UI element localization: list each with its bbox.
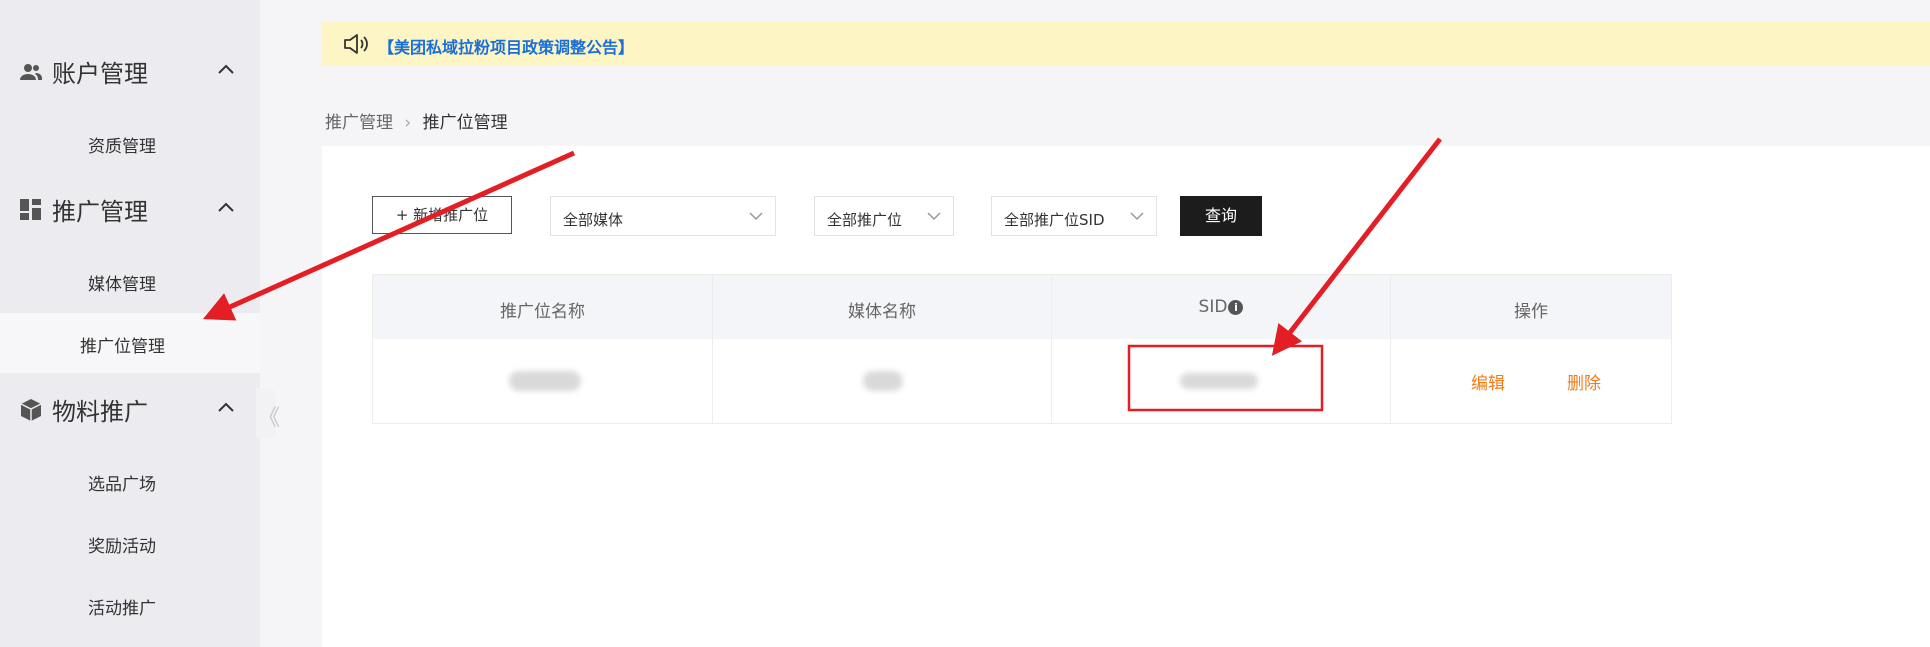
sidebar-item-label: 奖励活动 xyxy=(88,537,156,557)
redacted-text xyxy=(1180,373,1258,389)
breadcrumb-current: 推广位管理 xyxy=(422,113,508,133)
sidebar-collapse-toggle[interactable]: 《 xyxy=(256,388,280,438)
column-header: 操作 xyxy=(1514,302,1548,322)
notice-bar: 【美团私域拉粉项目政策调整公告】 xyxy=(322,22,1930,66)
cell-position-name xyxy=(373,339,713,423)
sidebar-group-material[interactable]: 物料推广 xyxy=(0,388,260,428)
select-value: 全部媒体 xyxy=(563,211,624,229)
sidebar-item-qualification[interactable]: 资质管理 xyxy=(0,113,260,173)
table-row: 编辑 删除 xyxy=(373,339,1671,423)
edit-link[interactable]: 编辑 xyxy=(1471,369,1505,394)
sidebar-item-label: 选品广场 xyxy=(88,475,156,495)
speaker-icon xyxy=(344,34,368,54)
sidebar-item-reward-activity[interactable]: 奖励活动 xyxy=(0,513,260,573)
delete-link[interactable]: 删除 xyxy=(1567,369,1601,394)
chevron-down-icon xyxy=(749,212,763,221)
chevron-up-icon xyxy=(218,402,234,412)
cell-actions: 编辑 删除 xyxy=(1391,339,1671,423)
chevron-down-icon xyxy=(927,212,941,221)
column-header-sid: SID i xyxy=(1052,275,1391,339)
sidebar-group-promotion[interactable]: 推广管理 xyxy=(0,188,260,228)
column-header: 推广位名称 xyxy=(373,275,713,339)
chevron-down-icon xyxy=(1130,212,1144,221)
select-value: 全部推广位 xyxy=(827,211,903,229)
select-value: 全部推广位SID xyxy=(1004,211,1105,229)
table-header: 推广位名称 媒体名称 SID i 操作 xyxy=(373,275,1671,339)
main-panel: + 新增推广位 全部媒体 全部推广位 全部推广位SID 查询 推广位名称 媒体名… xyxy=(322,146,1930,647)
sidebar-item-label: 活动推广 xyxy=(88,599,156,619)
sidebar-group-title: 账户管理 xyxy=(52,60,148,88)
cell-media-name xyxy=(713,339,1052,423)
sidebar-item-selection-plaza[interactable]: 选品广场 xyxy=(0,451,260,511)
position-filter-select[interactable]: 全部推广位 xyxy=(814,196,954,236)
breadcrumb-separator: › xyxy=(404,113,412,133)
cube-icon xyxy=(20,399,42,421)
media-filter-select[interactable]: 全部媒体 xyxy=(550,196,776,236)
sidebar-group-title: 推广管理 xyxy=(52,198,148,226)
sid-filter-select[interactable]: 全部推广位SID xyxy=(991,196,1157,236)
chevron-up-icon xyxy=(218,202,234,212)
notice-link[interactable]: 【美团私域拉粉项目政策调整公告】 xyxy=(378,34,634,58)
query-button[interactable]: 查询 xyxy=(1180,196,1262,236)
cell-sid xyxy=(1052,339,1391,423)
sidebar-group-title: 物料推广 xyxy=(52,398,148,426)
users-icon xyxy=(20,64,42,80)
sidebar-item-label: 推广位管理 xyxy=(80,337,165,357)
sidebar-item-media[interactable]: 媒体管理 xyxy=(0,251,260,311)
info-icon[interactable]: i xyxy=(1228,300,1244,315)
sidebar-item-activity-promo[interactable]: 活动推广 xyxy=(0,575,260,635)
sidebar-item-label: 媒体管理 xyxy=(88,275,156,295)
sidebar-item-promo-position[interactable]: 推广位管理 xyxy=(0,313,260,373)
redacted-text xyxy=(863,371,903,391)
double-chevron-left-icon: 《 xyxy=(258,406,280,431)
column-header: 媒体名称 xyxy=(713,275,1052,339)
dashboard-grid-icon xyxy=(20,199,41,220)
breadcrumb: 推广管理 › 推广位管理 xyxy=(325,108,508,133)
sidebar-group-account[interactable]: 账户管理 xyxy=(0,50,260,90)
chevron-up-icon xyxy=(218,64,234,74)
sidebar-item-label: 资质管理 xyxy=(88,137,156,157)
add-position-button[interactable]: + 新增推广位 xyxy=(372,196,512,234)
breadcrumb-parent[interactable]: 推广管理 xyxy=(325,113,393,133)
sidebar: 账户管理 资质管理 推广管理 媒体管理 推广位管理 物料推广 选品广场 奖励活动… xyxy=(0,0,260,647)
redacted-text xyxy=(509,371,581,391)
position-table: 推广位名称 媒体名称 SID i 操作 编辑 删除 xyxy=(372,274,1672,424)
